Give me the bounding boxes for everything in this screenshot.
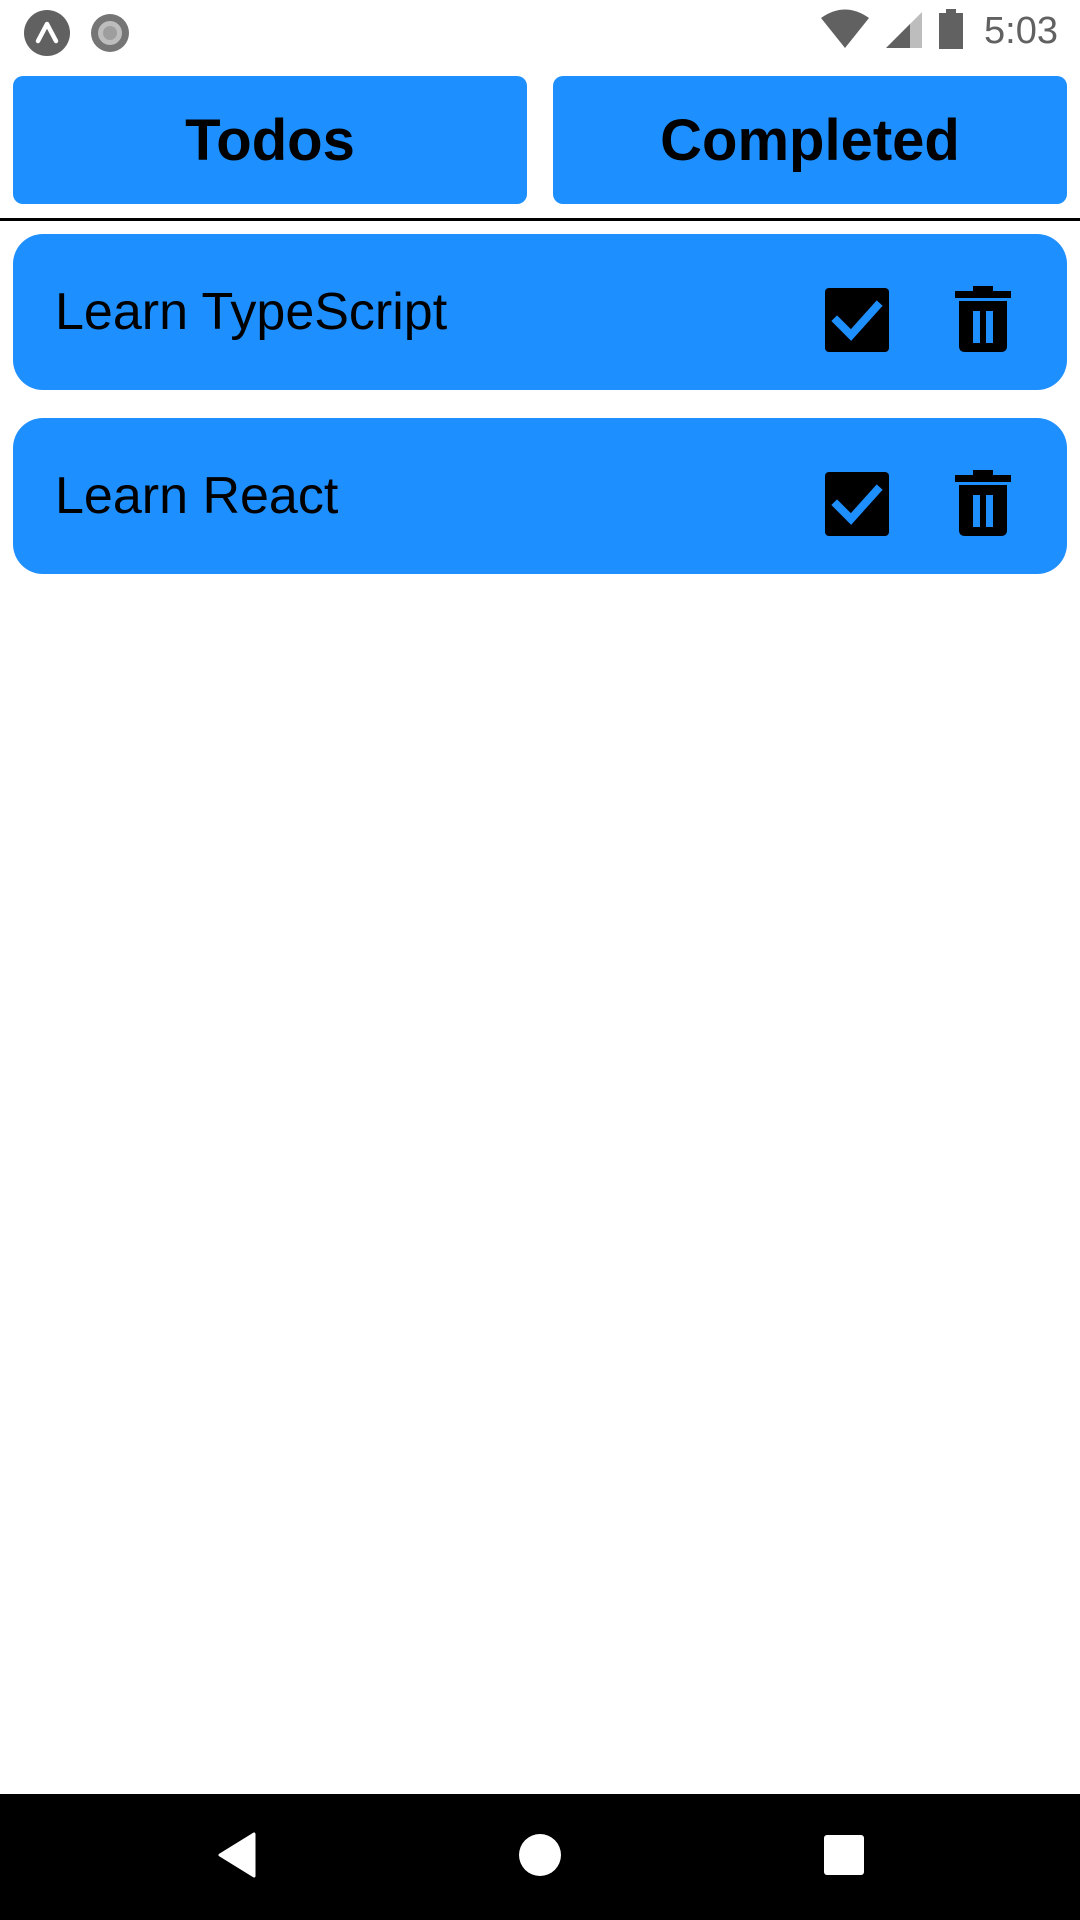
expo-logo-icon <box>24 10 70 61</box>
home-icon <box>518 1833 562 1882</box>
checkbox-checked-icon[interactable] <box>825 288 889 352</box>
todo-list: Learn TypeScript Learn React <box>13 234 1067 602</box>
recents-icon <box>824 1834 864 1880</box>
tab-bar: Todos Completed <box>13 76 1067 204</box>
status-left-icons <box>24 10 130 61</box>
cell-signal-icon <box>884 9 924 54</box>
back-icon <box>216 1832 256 1883</box>
wifi-icon <box>820 9 870 54</box>
navigation-bar <box>0 1794 1080 1920</box>
trash-icon[interactable] <box>953 286 1013 352</box>
todo-item: Learn TypeScript <box>13 234 1067 390</box>
back-button[interactable] <box>176 1794 296 1920</box>
home-button[interactable] <box>480 1794 600 1920</box>
tab-todos[interactable]: Todos <box>13 76 527 204</box>
checkbox-checked-icon[interactable] <box>825 472 889 536</box>
record-circle-icon <box>90 13 130 58</box>
todo-item: Learn React <box>13 418 1067 574</box>
status-bar: 5:03 <box>0 0 1080 64</box>
tab-completed[interactable]: Completed <box>553 76 1067 204</box>
status-time: 5:03 <box>984 9 1058 52</box>
recents-button[interactable] <box>784 1794 904 1920</box>
battery-icon <box>938 8 964 54</box>
screen: 5:03 Todos Completed Learn TypeScript Le… <box>0 0 1080 1920</box>
divider <box>0 218 1080 221</box>
todo-item-label: Learn React <box>55 467 339 525</box>
todo-item-label: Learn TypeScript <box>55 283 448 341</box>
trash-icon[interactable] <box>953 470 1013 536</box>
status-right-icons: 5:03 <box>820 8 1058 54</box>
